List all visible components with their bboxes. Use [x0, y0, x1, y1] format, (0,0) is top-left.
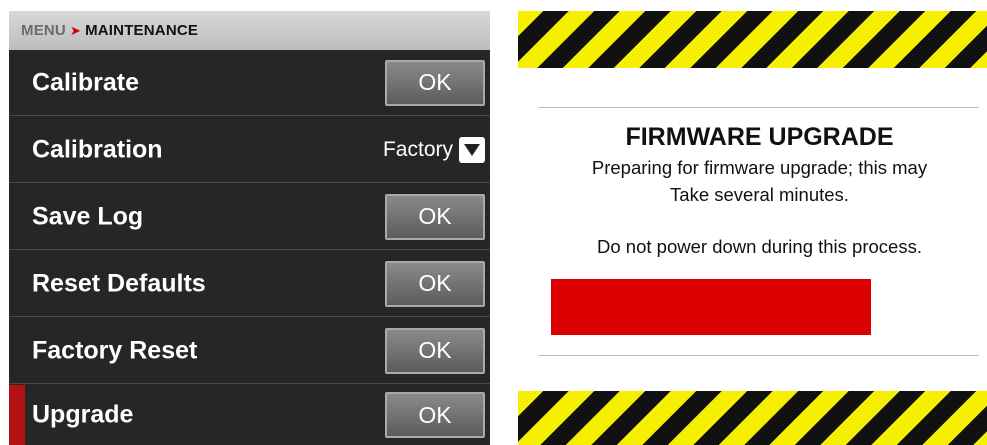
dialog-message-line2: Take several minutes. [670, 184, 849, 205]
save-log-ok-button[interactable]: OK [385, 193, 485, 240]
dialog-warning: Do not power down during this process. [597, 236, 922, 257]
breadcrumb-menu-link[interactable]: MENU [21, 22, 66, 39]
divider-bottom [538, 355, 979, 356]
menu-row-label: Calibrate [32, 68, 139, 96]
calibrate-ok-button[interactable]: OK [385, 59, 485, 106]
hazard-stripe-top [518, 11, 987, 68]
maintenance-menu: MENU ➤ MAINTENANCE Calibrate OK Calibrat… [9, 11, 490, 445]
menu-row-factory-reset: Factory Reset OK [9, 318, 490, 384]
menu-row-calibrate: Calibrate OK [9, 50, 490, 116]
progress-bar-fill [551, 279, 871, 335]
dialog-title: FIRMWARE UPGRADE [625, 123, 894, 151]
reset-defaults-ok-button[interactable]: OK [385, 260, 485, 307]
firmware-upgrade-dialog: FIRMWARE UPGRADE Preparing for firmware … [518, 11, 987, 445]
menu-row-upgrade: Upgrade OK [9, 385, 490, 445]
dialog-message-line1: Preparing for firmware upgrade; this may [591, 157, 928, 178]
menu-row-label: Reset Defaults [32, 269, 206, 297]
menu-row-label: Upgrade [32, 400, 134, 429]
chevron-down-icon[interactable] [459, 136, 485, 163]
divider-top [538, 107, 979, 108]
upgrade-ok-button[interactable]: OK [385, 392, 485, 438]
menu-row-reset-defaults: Reset Defaults OK [9, 251, 490, 317]
calibration-select-value: Factory [382, 137, 453, 161]
hazard-stripe-bottom [518, 391, 987, 445]
menu-row-label: Factory Reset [32, 336, 198, 364]
menu-row-label: Calibration [32, 135, 163, 163]
selected-row-indicator [9, 385, 25, 445]
menu-row-calibration: Calibration Factory [9, 117, 490, 183]
progress-bar [551, 279, 951, 335]
breadcrumb-current: MAINTENANCE [85, 22, 199, 39]
breadcrumb-arrow-icon: ➤ [69, 22, 82, 38]
calibration-select[interactable]: Factory [382, 136, 485, 163]
menu-row-label: Save Log [32, 202, 144, 230]
breadcrumb: MENU ➤ MAINTENANCE [9, 11, 490, 50]
factory-reset-ok-button[interactable]: OK [385, 327, 485, 374]
menu-row-save-log: Save Log OK [9, 184, 490, 250]
